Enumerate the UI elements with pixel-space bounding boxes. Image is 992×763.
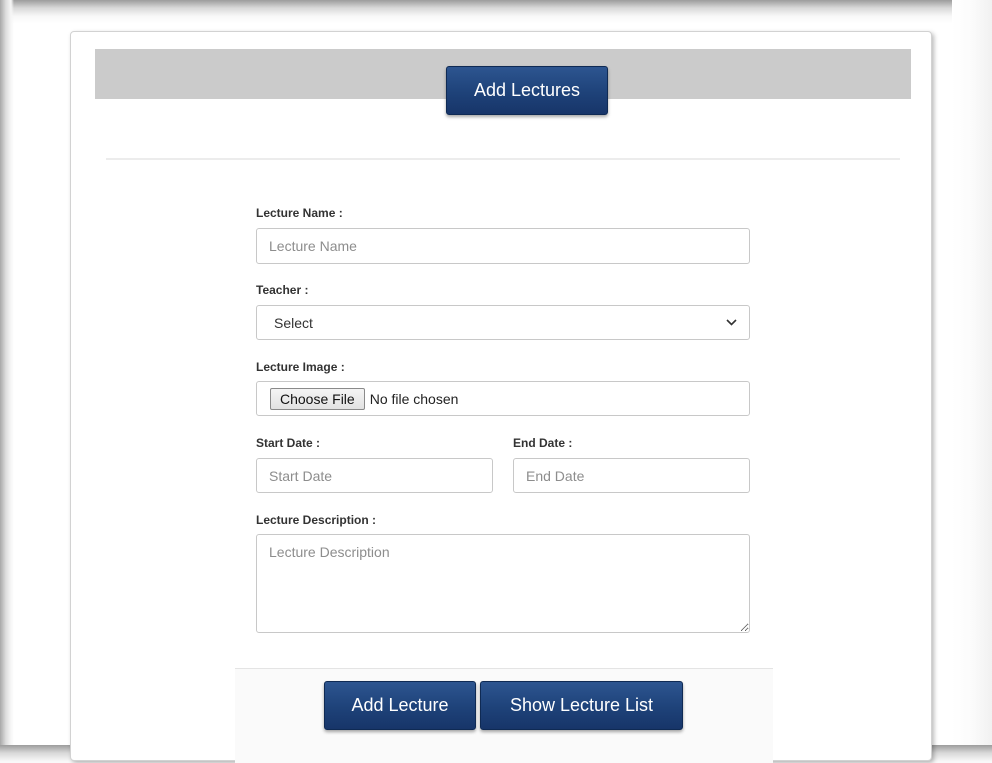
teacher-select[interactable]: Select — [256, 305, 750, 340]
chevron-down-icon — [725, 317, 737, 329]
window-shadow-right — [952, 0, 992, 745]
lecture-form-card: Add Lectures Lecture Name : Teacher : Se… — [70, 31, 932, 763]
header-bar: Add Lectures — [95, 49, 911, 115]
lecture-name-label: Lecture Name : — [256, 206, 343, 220]
end-date-label: End Date : — [513, 436, 573, 450]
add-lectures-button[interactable]: Add Lectures — [446, 66, 608, 115]
start-date-input[interactable] — [256, 458, 493, 493]
lecture-image-file-input[interactable]: Choose File No file chosen — [256, 381, 750, 416]
file-status-text: No file chosen — [369, 390, 459, 407]
lecture-description-textarea[interactable] — [256, 534, 750, 633]
lecture-image-label: Lecture Image : — [256, 360, 345, 374]
teacher-select-value: Select — [274, 314, 313, 331]
choose-file-button[interactable]: Choose File — [270, 387, 365, 410]
lecture-name-input[interactable] — [256, 228, 750, 264]
end-date-input[interactable] — [513, 458, 750, 493]
add-lecture-button[interactable]: Add Lecture — [324, 681, 476, 730]
teacher-label: Teacher : — [256, 283, 309, 297]
lecture-description-label: Lecture Description : — [256, 513, 377, 527]
section-divider — [106, 158, 900, 160]
show-lecture-list-button[interactable]: Show Lecture List — [480, 681, 683, 730]
window-shadow-left — [0, 0, 14, 745]
start-date-label: Start Date : — [256, 436, 321, 450]
